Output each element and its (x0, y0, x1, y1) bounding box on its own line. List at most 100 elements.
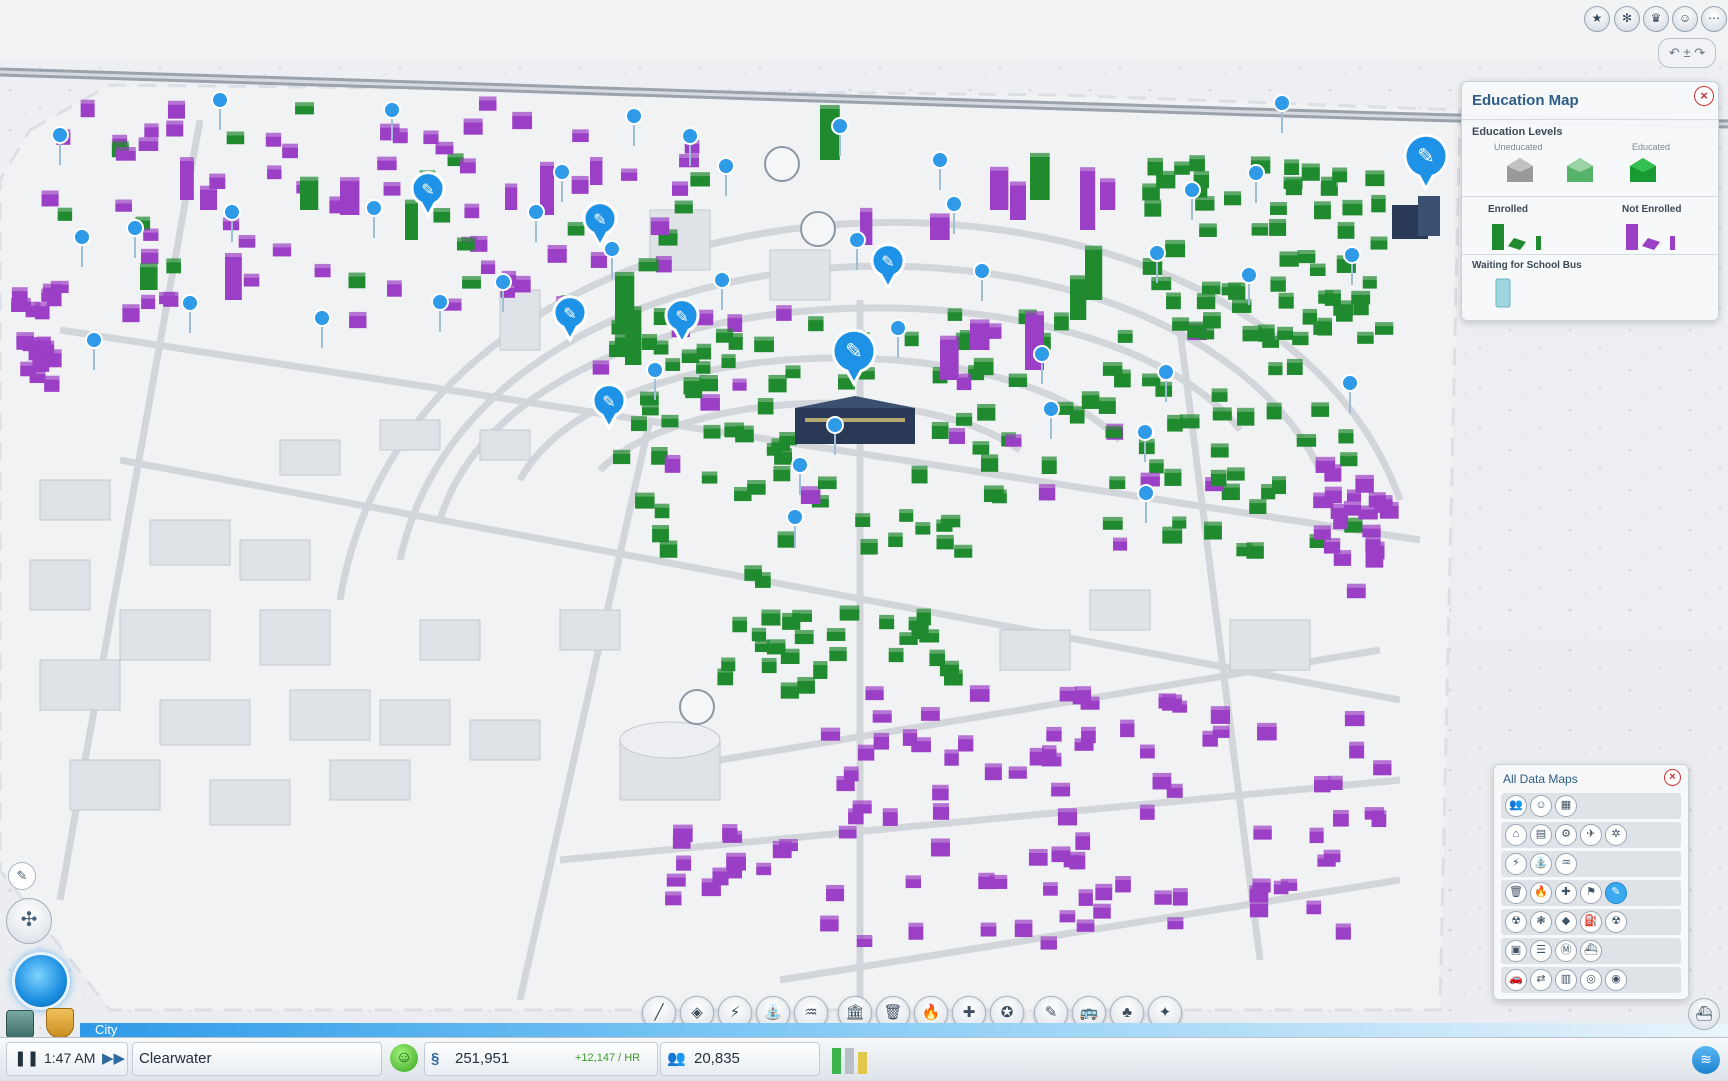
fire-icon[interactable]: 🔥 (1530, 882, 1552, 904)
enrolled-building (405, 199, 418, 240)
enrolled-building (1332, 167, 1348, 183)
health-icon[interactable]: ✚ (1555, 882, 1577, 904)
mayor-rating-shield-icon[interactable] (46, 1008, 74, 1038)
mayor-avatar[interactable] (6, 1010, 34, 1038)
not-enrolled-building (820, 915, 839, 932)
enrolled-buildings-icon (1492, 224, 1541, 250)
zoom-icon[interactable]: ± (1683, 45, 1690, 60)
radiation-icon[interactable]: ☢ (1605, 911, 1627, 933)
friends-icon[interactable]: ☺ (1672, 6, 1698, 32)
not-enrolled-building (505, 183, 518, 210)
trade-icon[interactable]: ⇄ (1530, 969, 1552, 991)
info-bubble-icon (764, 146, 800, 182)
not-enrolled-building (1314, 775, 1331, 793)
not-enrolled-building (712, 867, 729, 886)
not-enrolled-building (984, 763, 1002, 781)
layers-icon[interactable]: ≋ (1692, 1046, 1720, 1074)
enrolled-building (1196, 293, 1216, 310)
water-icon[interactable]: ⛲ (1530, 853, 1552, 875)
not-enrolled-building (1040, 936, 1057, 950)
power-icon[interactable]: ⚡ (1505, 853, 1527, 875)
subway-icon[interactable]: Ⓜ (1555, 940, 1577, 962)
gear-icon[interactable]: ✲ (1605, 824, 1627, 846)
not-enrolled-building (1081, 726, 1096, 744)
not-enrolled-building (800, 486, 821, 504)
wind-icon[interactable]: ❃ (1530, 911, 1552, 933)
not-enrolled-building (1095, 883, 1113, 901)
pause-button[interactable]: ❚❚ (14, 1042, 39, 1074)
not-enrolled-building (1328, 775, 1343, 790)
commercial-icon[interactable]: ▤ (1530, 824, 1552, 846)
bus-icon[interactable]: ▣ (1505, 940, 1527, 962)
ore-icon[interactable]: ◆ (1555, 911, 1577, 933)
enrolled-building (899, 509, 914, 522)
enrolled-building (940, 514, 961, 528)
crime-icon[interactable]: ⚑ (1580, 882, 1602, 904)
car-icon[interactable]: 🚗 (1505, 969, 1527, 991)
enrolled-building (734, 487, 752, 502)
target-icon[interactable]: ◎ (1580, 969, 1602, 991)
enrolled-building (888, 647, 904, 663)
pollution-icon[interactable]: ☢ (1505, 911, 1527, 933)
region-icon[interactable]: ✻ (1614, 6, 1640, 32)
achievement-icon[interactable]: ★ (1584, 6, 1610, 32)
oil-icon[interactable]: ⛽ (1580, 911, 1602, 933)
not-enrolled-building (882, 808, 898, 826)
not-enrolled-building (1075, 686, 1092, 702)
enrolled-building (1081, 391, 1100, 409)
residential-icon[interactable]: ⌂ (1505, 824, 1527, 846)
not-enrolled-building (225, 252, 242, 300)
not-enrolled-building (852, 800, 872, 814)
city-specialization-orb[interactable] (12, 952, 70, 1010)
rci-demand-bars[interactable] (832, 1046, 872, 1074)
funds-amount[interactable]: 251,951 (455, 1042, 509, 1074)
enrolled-building (1098, 397, 1116, 414)
happiness-icon[interactable]: ☺ (1530, 795, 1552, 817)
enrolled-building (728, 333, 743, 350)
ship-icon[interactable]: ⛴ (1688, 998, 1720, 1030)
enrolled-building (860, 538, 878, 555)
education-icon[interactable]: ✎ (1605, 882, 1627, 904)
close-icon[interactable]: × (1694, 86, 1714, 106)
happiness-icon[interactable]: ☺ (390, 1044, 418, 1072)
not-enrolled-building (921, 707, 940, 721)
industrial-icon[interactable]: ⚙ (1555, 824, 1577, 846)
not-enrolled-building (463, 118, 483, 135)
data-map-row: ⌂ ▤ ⚙ ✈ ✲ (1501, 822, 1681, 848)
ferry-icon[interactable]: ⛴ (1580, 940, 1602, 962)
enrolled-building (462, 276, 481, 289)
enrolled-building (1054, 312, 1069, 331)
enrolled-building (1283, 176, 1303, 190)
fast-forward-button[interactable]: ▶▶ (102, 1042, 125, 1074)
people-icon[interactable]: 👥 (1505, 795, 1527, 817)
network-icon[interactable]: ✣ (6, 898, 52, 944)
garbage-icon[interactable]: 🗑 (1505, 882, 1527, 904)
not-enrolled-building (1344, 710, 1365, 727)
enrolled-building (888, 532, 903, 548)
storage-icon[interactable]: ▥ (1555, 969, 1577, 991)
enrolled-building (839, 605, 860, 621)
menu-icon[interactable]: ⋯ (1701, 6, 1727, 32)
rail-icon[interactable]: ☰ (1530, 940, 1552, 962)
not-enrolled-building (700, 394, 720, 411)
left-tool-button[interactable]: ✎ (8, 862, 36, 890)
rotate-right-icon[interactable]: ↷ (1694, 45, 1705, 60)
population-count[interactable]: 20,835 (694, 1042, 740, 1074)
city-name[interactable]: Clearwater (139, 1042, 212, 1074)
enrolled-building (1270, 276, 1286, 292)
close-icon[interactable]: × (1664, 769, 1681, 786)
not-enrolled-building (1162, 694, 1183, 711)
trophy-icon[interactable]: ♛ (1643, 6, 1669, 32)
svg-text:✎: ✎ (675, 307, 688, 326)
camera-icon[interactable]: ◉ (1605, 969, 1627, 991)
rotate-left-icon[interactable]: ↶ (1669, 45, 1680, 60)
enrolled-building (140, 263, 158, 290)
camera-rotate-control[interactable]: ↶ ± ↷ (1658, 38, 1716, 68)
not-enrolled-building (1038, 484, 1056, 501)
land-value-icon[interactable]: ▦ (1555, 795, 1577, 817)
sewage-icon[interactable]: ♒ (1555, 853, 1577, 875)
svg-text:✎: ✎ (881, 252, 894, 271)
not-enrolled-building (1335, 923, 1351, 940)
not-enrolled-buildings-icon (1626, 224, 1675, 250)
tourism-icon[interactable]: ✈ (1580, 824, 1602, 846)
